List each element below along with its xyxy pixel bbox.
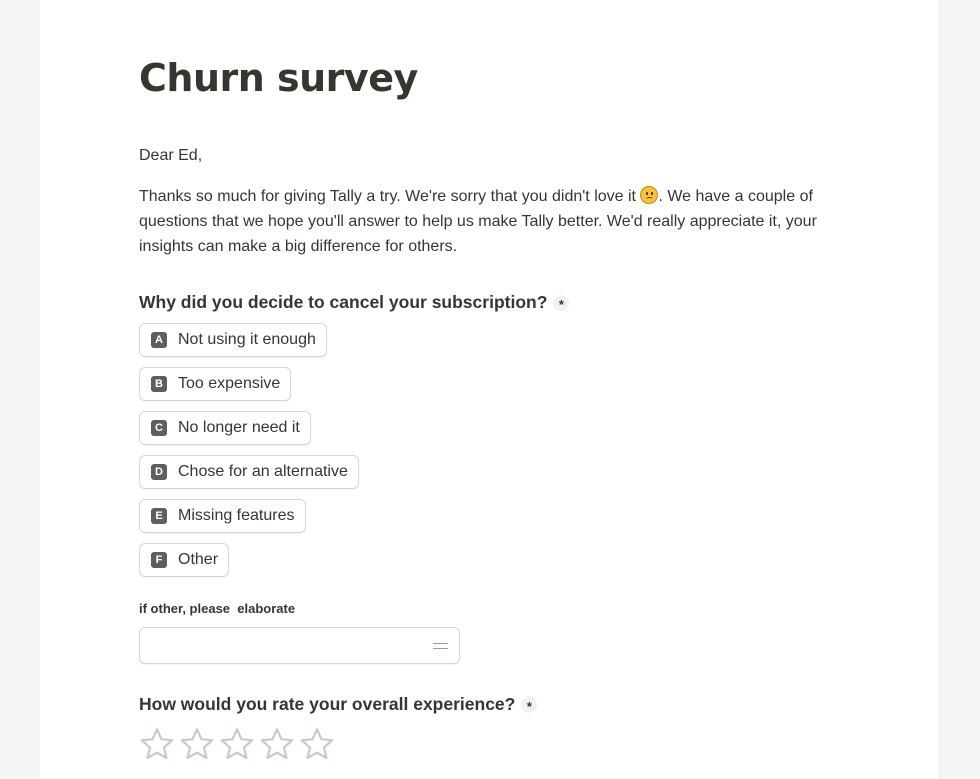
question-label: How would you rate your overall experien… — [139, 694, 516, 714]
required-icon: * — [521, 696, 538, 714]
option-label: Not using it enough — [178, 331, 316, 348]
intro-text-start: Thanks so much for giving Tally a try. W… — [139, 188, 641, 205]
greeting-text: Dear Ed, — [139, 147, 203, 164]
page-title: Churn survey — [139, 56, 418, 100]
option-label: Other — [178, 551, 219, 568]
option-label: Too expensive — [178, 375, 281, 392]
option-key-badge: E — [151, 508, 167, 524]
option-too-expensive[interactable]: B Too expensive — [139, 367, 292, 401]
option-chose-alternative[interactable]: D Chose for an alternative — [139, 455, 359, 489]
other-elaborate-field[interactable] — [139, 627, 460, 664]
option-key-badge: D — [151, 464, 167, 480]
intro-paragraph: Thanks so much for giving Tally a try. W… — [139, 184, 839, 259]
option-key-badge: C — [151, 420, 167, 436]
star-icon[interactable] — [179, 726, 215, 762]
star-icon[interactable] — [299, 726, 335, 762]
sad-face-icon — [640, 186, 659, 204]
option-no-longer-need-it[interactable]: C No longer need it — [139, 411, 311, 445]
option-not-using-it-enough[interactable]: A Not using it enough — [139, 323, 327, 357]
question-cancel-reason: Why did you decide to cancel your subscr… — [139, 292, 570, 313]
form-page: Churn survey Dear Ed, Thanks so much for… — [40, 0, 938, 779]
question-rating: How would you rate your overall experien… — [139, 694, 538, 715]
option-label: Chose for an alternative — [178, 463, 348, 480]
option-key-badge: F — [151, 552, 167, 568]
option-key-badge: B — [151, 376, 167, 392]
other-elaborate-input[interactable] — [148, 628, 422, 663]
star-icon[interactable] — [139, 726, 175, 762]
required-icon: * — [553, 294, 570, 312]
option-other[interactable]: F Other — [139, 543, 230, 577]
option-label: Missing features — [178, 507, 295, 524]
option-key-badge: A — [151, 332, 167, 348]
question-label: Why did you decide to cancel your subscr… — [139, 292, 548, 312]
other-field-label: if other, please elaborate — [139, 601, 296, 616]
star-icon[interactable] — [259, 726, 295, 762]
star-icon[interactable] — [219, 726, 255, 762]
option-label: No longer need it — [178, 419, 300, 436]
option-missing-features[interactable]: E Missing features — [139, 499, 306, 533]
star-rating — [139, 726, 335, 762]
resize-handle-icon[interactable] — [433, 643, 448, 649]
